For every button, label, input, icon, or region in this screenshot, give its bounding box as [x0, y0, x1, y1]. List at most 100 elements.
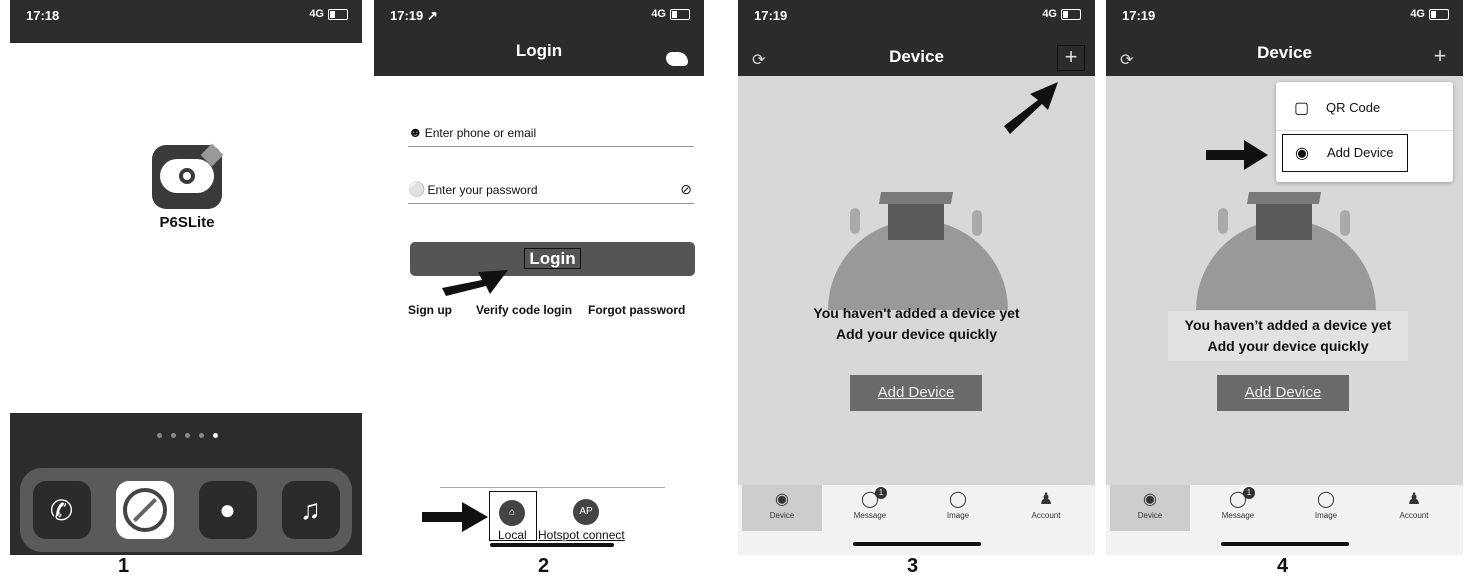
battery-icon	[1061, 8, 1081, 20]
network-label: 4G	[1410, 8, 1425, 20]
person-icon: ♟	[1406, 491, 1422, 508]
phone-email-field[interactable]: ☻ Enter phone or email	[408, 124, 694, 147]
tab-account[interactable]: ♟ Account	[1374, 485, 1454, 531]
step-label-4: 4	[1277, 555, 1289, 577]
signal-indicator: 4G	[309, 8, 348, 20]
tab-image[interactable]: ◯ Image	[918, 485, 998, 531]
tab-message[interactable]: ◯ 1 Message	[830, 485, 910, 531]
network-label: 4G	[1042, 8, 1057, 20]
status-bar: 17:19 4G	[738, 0, 1095, 30]
device-list-panel: 17:19 4G ⟳ Device + You haven't added a …	[738, 0, 1095, 555]
signal-indicator: 4G	[1042, 8, 1081, 20]
tab-image[interactable]: ◯ Image	[1286, 485, 1366, 531]
phone-placeholder: Enter phone or email	[424, 126, 537, 140]
password-placeholder: Enter your password	[427, 183, 538, 197]
empty-line-2: Add your device quickly	[1207, 338, 1369, 354]
empty-line-2: Add your device quickly	[835, 326, 998, 342]
tab-account[interactable]: ♟ Account	[1006, 485, 1086, 531]
ap-icon[interactable]: AP	[573, 499, 599, 525]
tab-device[interactable]: ◉ Device	[1110, 485, 1190, 531]
message-icon: ◯ 1	[1228, 487, 1255, 509]
home-icon: ⌂	[499, 500, 525, 526]
home-screen-panel: 17:18 4G P6SLite ✆ ● ♫	[10, 0, 362, 555]
camera-lens-icon	[176, 165, 198, 187]
empty-line-1: You haven't added a device yet	[813, 305, 1020, 321]
divider	[440, 487, 665, 488]
menu-item-qr-code[interactable]: ▢ QR Code	[1276, 86, 1453, 130]
step-label-1: 1	[118, 555, 130, 577]
pointer-arrow	[422, 502, 488, 532]
sign-up-link[interactable]: Sign up	[408, 303, 452, 317]
home-indicator	[1221, 542, 1349, 546]
forgot-password-link[interactable]: Forgot password	[588, 303, 685, 317]
network-label: 4G	[309, 8, 324, 20]
step-label-2: 2	[538, 555, 550, 577]
verify-code-login-link[interactable]: Verify code login	[476, 303, 572, 317]
image-icon: ◯	[949, 491, 967, 508]
add-menu-popup: ▢ QR Code ◉ Add Device	[1276, 82, 1453, 182]
hotspot-connect-link[interactable]: Hotspot connect	[538, 528, 625, 542]
message-badge: 1	[875, 487, 887, 499]
message-icon: ◯ 1	[860, 487, 887, 509]
eye-hidden-icon[interactable]: ⊘	[680, 181, 692, 198]
device-header: 17:19 4G ⟳ Device +	[738, 0, 1095, 76]
status-bar: 17:18 4G	[10, 0, 362, 30]
password-field[interactable]: ⚪ Enter your password ⊘	[408, 181, 694, 204]
empty-box-illustration	[1186, 180, 1386, 310]
device-menu-panel: 17:19 4G ⟳ Device + ▢ QR Code ◉ Add Devi…	[1106, 0, 1463, 555]
battery-icon	[670, 8, 690, 20]
add-plus-icon[interactable]: +	[1427, 45, 1453, 69]
page-indicator	[157, 433, 218, 438]
music-icon[interactable]: ♫	[281, 481, 340, 539]
page-title: Device	[1257, 43, 1312, 62]
home-indicator	[490, 543, 614, 547]
empty-state-message: You haven't added a device yet Add your …	[738, 303, 1095, 345]
signal-indicator: 4G	[1410, 8, 1449, 20]
webcam-icon: ◉	[1295, 145, 1309, 162]
status-bar: 17:19 4G	[1106, 0, 1463, 30]
page-title: Device	[889, 47, 944, 66]
p6slite-app-icon[interactable]	[152, 143, 224, 209]
pointer-arrow	[1206, 140, 1268, 170]
network-label: 4G	[651, 8, 666, 20]
pointer-arrow	[1004, 82, 1058, 134]
user-icon: ☻	[408, 124, 423, 140]
local-label: Local	[498, 528, 527, 542]
message-badge: 1	[1243, 487, 1255, 499]
status-time: 17:18	[26, 8, 60, 23]
page-title: Login	[515, 41, 563, 60]
tab-device[interactable]: ◉ Device	[742, 485, 822, 531]
empty-line-1: You haven’t added a device yet	[1184, 317, 1392, 333]
dock: ✆ ● ♫	[20, 468, 352, 552]
add-plus-icon[interactable]: +	[1057, 45, 1085, 71]
pointer-arrow	[442, 270, 508, 296]
qr-scan-icon: ▢	[1294, 100, 1310, 117]
person-icon: ♟	[1038, 491, 1054, 508]
tab-message[interactable]: ◯ 1 Message	[1198, 485, 1278, 531]
battery-icon	[1429, 8, 1449, 20]
login-panel: 17:19 ↗ 4G Login ☻ Enter phone or email ⚪…	[374, 0, 704, 555]
region-flag-icon[interactable]	[666, 52, 688, 66]
status-time: 17:19	[754, 8, 788, 23]
status-time: 17:19	[1122, 8, 1156, 23]
phone-icon[interactable]: ✆	[32, 481, 91, 539]
add-device-button[interactable]: Add Device	[1217, 375, 1349, 411]
empty-box-illustration	[818, 180, 1018, 310]
login-header: 17:19 ↗ 4G Login	[374, 0, 704, 76]
menu-item-add-device[interactable]: ◉ Add Device	[1282, 134, 1408, 172]
local-mode-button[interactable]: ⌂ Local	[489, 491, 537, 542]
signal-indicator: 4G	[651, 8, 690, 20]
app-name-label: P6SLite	[159, 214, 215, 231]
safari-compass-icon[interactable]	[115, 481, 174, 539]
battery-icon	[328, 8, 348, 20]
status-time: 17:19 ↗	[390, 8, 438, 23]
device-header: 17:19 4G ⟳ Device +	[1106, 0, 1463, 76]
messages-icon[interactable]: ●	[198, 481, 257, 539]
home-indicator	[853, 542, 981, 546]
step-label-3: 3	[907, 555, 919, 577]
image-icon: ◯	[1317, 491, 1335, 508]
login-button-label: Login	[524, 248, 581, 269]
add-device-button[interactable]: Add Device	[850, 375, 982, 411]
camera-icon: ◉	[775, 491, 789, 508]
lock-icon: ⚪	[408, 181, 426, 197]
